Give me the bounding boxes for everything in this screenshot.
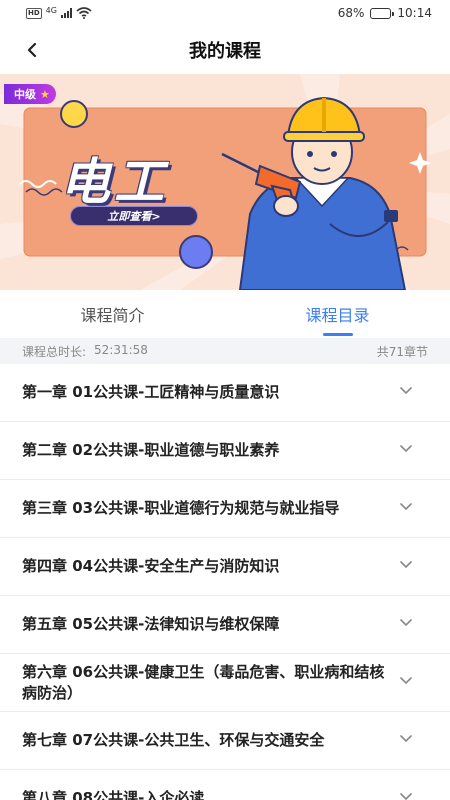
status-left: HD 4G (26, 5, 92, 19)
tab-label: 课程目录 (305, 306, 370, 325)
chevron-down-icon[interactable] (400, 732, 412, 744)
tab-course-catalog[interactable]: 课程目录 (225, 290, 450, 338)
chapter-count: 共71章节 (376, 344, 428, 359)
network-type: 4G (45, 5, 57, 15)
back-button[interactable] (20, 38, 44, 62)
signal-icon (60, 8, 72, 18)
banner-title: 电工 (60, 153, 168, 211)
chapter-title: 第二章 02公共课-职业道德与职业素养 (22, 441, 280, 459)
chapter-row[interactable]: 第五章 05公共课-法律知识与维权保障 (0, 596, 450, 654)
chapter-title: 第一章 01公共课-工匠精神与质量意识 (22, 383, 280, 401)
level-label: 中级 (14, 88, 36, 101)
level-badge: 中级 ★ (4, 84, 56, 104)
chapter-title: 第七章 07公共课-公共卫生、环保与交通安全 (22, 731, 325, 749)
chevron-down-icon[interactable] (400, 674, 412, 686)
chapter-row[interactable]: 第七章 07公共课-公共卫生、环保与交通安全 (0, 712, 450, 770)
chapter-row[interactable]: 第六章 06公共课-健康卫生（毒品危害、职业病和结核病防治） (0, 654, 450, 712)
chapter-row[interactable]: 第二章 02公共课-职业道德与职业素养 (0, 422, 450, 480)
course-info-bar: 课程总时长: 52:31:58 共71章节 (0, 338, 450, 364)
chapter-title: 第三章 03公共课-职业道德行为规范与就业指导 (22, 499, 340, 517)
view-now-button[interactable]: 立即查看> (70, 206, 198, 226)
tab-course-intro[interactable]: 课程简介 (0, 290, 225, 338)
chevron-down-icon[interactable] (400, 558, 412, 570)
duration: 课程总时长: 52:31:58 (22, 343, 148, 360)
chevron-down-icon[interactable] (400, 384, 412, 396)
page-title: 我的课程 (189, 41, 261, 62)
chevron-left-icon (27, 43, 37, 57)
chapter-row[interactable]: 第四章 04公共课-安全生产与消防知识 (0, 538, 450, 596)
status-right: 68% 10:14 (338, 6, 432, 20)
hd-badge: HD (26, 7, 42, 19)
course-banner[interactable]: 中级 ★ 电工 立即查看> (0, 74, 450, 290)
chapter-title: 第六章 06公共课-健康卫生（毒品危害、职业病和结核病防治） (22, 662, 385, 702)
status-bar: HD 4G 68% 10:14 (0, 0, 450, 26)
active-tab-indicator (322, 333, 353, 336)
chapter-title: 第五章 05公共课-法律知识与维权保障 (22, 615, 280, 633)
chevron-down-icon[interactable] (400, 616, 412, 628)
chevron-down-icon[interactable] (400, 442, 412, 454)
battery-icon (370, 7, 395, 19)
star-icon: ★ (40, 87, 50, 101)
tab-bar: 课程简介 课程目录 (0, 290, 450, 338)
header: 我的课程 (0, 26, 450, 74)
chapter-title: 第四章 04公共课-安全生产与消防知识 (22, 557, 280, 575)
chevron-down-icon[interactable] (400, 790, 412, 800)
clock: 10:14 (397, 6, 432, 20)
duration-label: 课程总时长: (22, 344, 87, 359)
wifi-icon (76, 7, 92, 19)
chapter-title: 第八章 08公共课-入企必读 (22, 789, 205, 800)
chapter-row[interactable]: 第三章 03公共课-职业道德行为规范与就业指导 (0, 480, 450, 538)
chapter-list: 第一章 01公共课-工匠精神与质量意识 第二章 02公共课-职业道德与职业素养 … (0, 364, 450, 800)
tab-label: 课程简介 (80, 306, 145, 325)
battery-percent: 68% (337, 6, 365, 20)
chapter-row[interactable]: 第一章 01公共课-工匠精神与质量意识 (0, 364, 450, 422)
duration-value: 52:31:58 (94, 342, 148, 357)
chapter-row[interactable]: 第八章 08公共课-入企必读 (0, 770, 450, 800)
chevron-down-icon[interactable] (400, 500, 412, 512)
